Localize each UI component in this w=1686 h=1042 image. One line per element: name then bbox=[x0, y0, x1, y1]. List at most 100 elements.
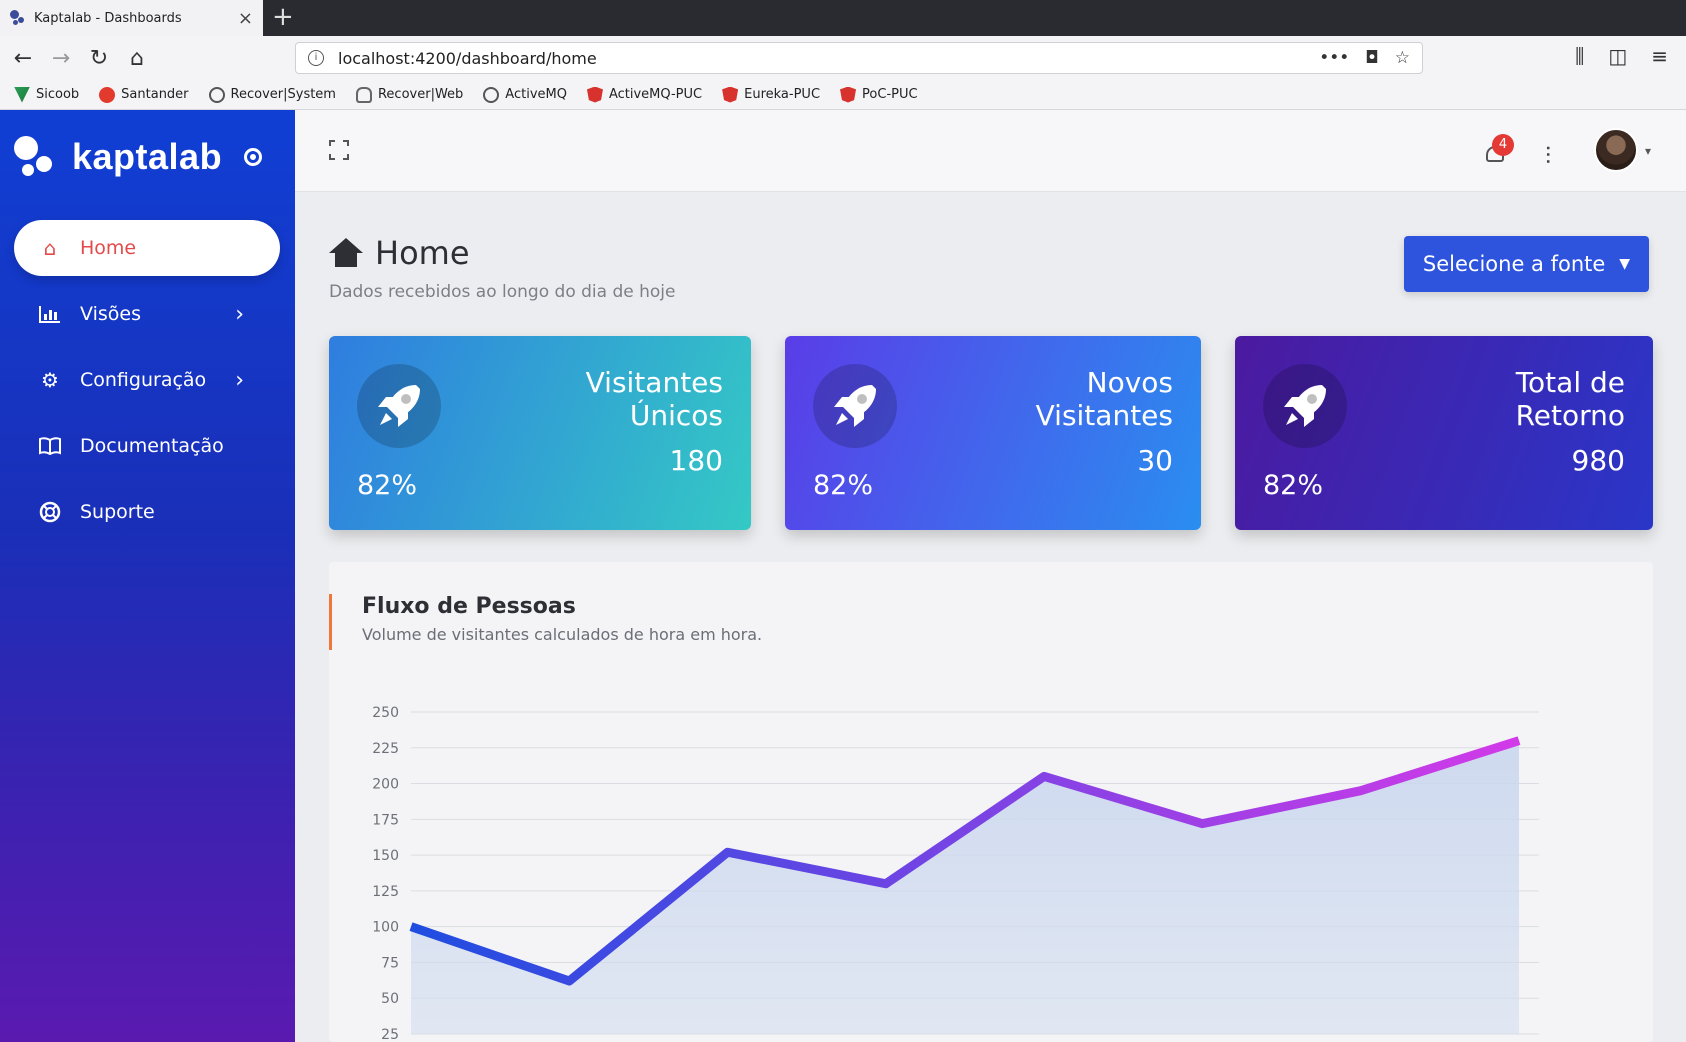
kaptalab-logo-icon bbox=[14, 136, 56, 178]
brand-name: kaptalab bbox=[72, 136, 223, 177]
browser-nav-bar: ← → ↻ ⌂ i localhost:4200/dashboard/home … bbox=[0, 36, 1686, 80]
sidebar-item-visoes[interactable]: Visões › bbox=[14, 286, 280, 342]
brand[interactable]: kaptalab bbox=[14, 132, 263, 182]
stat-card-value: 30 bbox=[1137, 444, 1173, 477]
lifebuoy-icon bbox=[38, 500, 62, 524]
hamburger-menu-icon[interactable]: ≡ bbox=[1651, 44, 1668, 68]
select-source-label: Selecione a fonte bbox=[1422, 252, 1606, 276]
y-tick-label: 125 bbox=[372, 884, 399, 900]
rocket-icon bbox=[1263, 364, 1347, 448]
bookmark-star-icon[interactable]: ☆ bbox=[1395, 48, 1410, 68]
bookmark-item[interactable]: ActiveMQ-PUC bbox=[586, 86, 703, 103]
sidebar-item-label: Suporte bbox=[80, 501, 155, 523]
reload-icon[interactable]: ↻ bbox=[80, 46, 118, 71]
user-avatar[interactable] bbox=[1594, 128, 1638, 172]
tab-title: Kaptalab - Dashboards bbox=[34, 10, 182, 26]
page-header: Home Dados recebidos ao longo do dia de … bbox=[329, 234, 675, 302]
angular-icon bbox=[840, 86, 857, 103]
sidebar-toggle-dot-icon[interactable] bbox=[244, 148, 263, 166]
bookmark-label: Sicoob bbox=[36, 87, 80, 102]
bookmark-label: Eureka-PUC bbox=[744, 87, 821, 102]
chart-title: Fluxo de Pessoas bbox=[362, 594, 576, 619]
notifications-bell-icon[interactable]: 4 bbox=[1482, 134, 1514, 168]
y-tick-label: 225 bbox=[372, 741, 399, 757]
settings-sliders-icon[interactable]: ⫶ bbox=[1545, 142, 1551, 170]
select-source-button[interactable]: Selecione a fonte ▼ bbox=[1404, 236, 1649, 292]
sidebar-item-label: Documentação bbox=[80, 435, 224, 457]
sicoob-icon bbox=[14, 86, 30, 103]
globe-icon bbox=[483, 86, 500, 103]
person-icon bbox=[355, 86, 372, 103]
back-icon[interactable]: ← bbox=[4, 46, 42, 71]
bookmark-item[interactable]: Eureka-PUC bbox=[722, 86, 821, 103]
bookmark-label: Recover|System bbox=[230, 87, 336, 102]
sidebar-item-label: Configuração bbox=[80, 369, 207, 391]
bookmark-item[interactable]: ActiveMQ bbox=[483, 86, 567, 103]
fullscreen-icon[interactable] bbox=[329, 140, 349, 160]
home-title-icon bbox=[329, 238, 363, 268]
notification-badge: 4 bbox=[1492, 134, 1514, 156]
site-info-icon[interactable]: i bbox=[308, 50, 324, 66]
bookmark-item[interactable]: Sicoob bbox=[14, 86, 80, 103]
people-flow-chart-panel: Fluxo de Pessoas Volume de visitantes ca… bbox=[329, 562, 1653, 1042]
y-tick-label: 150 bbox=[372, 848, 399, 864]
rocket-icon bbox=[813, 364, 897, 448]
bookmark-item[interactable]: PoC-PUC bbox=[840, 86, 918, 103]
angular-icon bbox=[722, 86, 739, 103]
browser-tab-bar: Kaptalab - Dashboards × + bbox=[0, 0, 1686, 36]
page-title: Home bbox=[329, 234, 675, 272]
bookmark-item[interactable]: Recover|Web bbox=[355, 86, 464, 103]
y-tick-label: 200 bbox=[372, 777, 399, 793]
y-tick-label: 175 bbox=[372, 812, 399, 828]
new-tab-button[interactable]: + bbox=[272, 2, 294, 32]
stat-card-unique-visitors: Visitantes Únicos 180 82% bbox=[329, 336, 751, 530]
sidebar-item-label: Home bbox=[80, 237, 137, 259]
browser-tab[interactable]: Kaptalab - Dashboards × bbox=[0, 0, 263, 36]
topbar: 4 ⫶ ▾ bbox=[295, 110, 1686, 192]
sidebar-item-home[interactable]: ⌂ Home bbox=[14, 220, 280, 276]
sidebar-item-suporte[interactable]: Suporte bbox=[14, 484, 280, 540]
caret-down-icon: ▼ bbox=[1619, 256, 1631, 272]
url-bar[interactable]: i localhost:4200/dashboard/home ••• ◘ ☆ bbox=[295, 42, 1423, 74]
sidebar-item-documentacao[interactable]: Documentação bbox=[14, 418, 280, 474]
sidebar-toggle-icon[interactable]: ◫ bbox=[1608, 44, 1627, 68]
chart-subtitle: Volume de visitantes calculados de hora … bbox=[362, 625, 763, 644]
app-root: kaptalab ⌂ Home Visões › ⚙ Configuração … bbox=[0, 110, 1686, 1042]
stat-card-value: 180 bbox=[669, 444, 723, 477]
stat-card-label: Visitantes Únicos bbox=[585, 366, 723, 432]
page-subtitle: Dados recebidos ao longo do dia de hoje bbox=[329, 282, 676, 302]
bookmark-label: PoC-PUC bbox=[862, 87, 918, 102]
y-tick-label: 250 bbox=[372, 705, 399, 721]
bookmark-label: ActiveMQ bbox=[505, 87, 567, 102]
y-tick-label: 100 bbox=[372, 920, 399, 936]
home-nav-icon[interactable]: ⌂ bbox=[118, 46, 156, 71]
sidebar: kaptalab ⌂ Home Visões › ⚙ Configuração … bbox=[0, 110, 295, 1042]
bookmark-label: Recover|Web bbox=[377, 87, 464, 102]
stat-card-percent: 82% bbox=[1263, 470, 1324, 501]
page-actions-icon[interactable]: ••• bbox=[1319, 48, 1349, 68]
sidebar-item-configuracao[interactable]: ⚙ Configuração › bbox=[14, 352, 280, 408]
sidebar-item-label: Visões bbox=[80, 303, 141, 325]
y-tick-label: 25 bbox=[381, 1027, 399, 1042]
chevron-right-icon: › bbox=[235, 301, 244, 327]
stat-card-label: Novos Visitantes bbox=[1035, 366, 1173, 432]
sidebar-menu: ⌂ Home Visões › ⚙ Configuração › Documen… bbox=[14, 220, 280, 550]
y-tick-label: 50 bbox=[381, 991, 399, 1007]
stat-card-new-visitors: Novos Visitantes 30 82% bbox=[785, 336, 1201, 530]
bookmark-label: ActiveMQ-PUC bbox=[608, 87, 703, 102]
home-icon: ⌂ bbox=[43, 236, 57, 260]
bookmark-item[interactable]: Recover|System bbox=[208, 86, 336, 103]
caret-down-icon[interactable]: ▾ bbox=[1645, 144, 1651, 158]
stat-card-total-return: Total de Retorno 980 82% bbox=[1235, 336, 1653, 530]
stat-card-value: 980 bbox=[1571, 444, 1625, 477]
forward-icon[interactable]: → bbox=[42, 46, 80, 71]
stats-cards: Visitantes Únicos 180 82% Novos Visitantes… bbox=[329, 336, 1653, 530]
chart-icon bbox=[38, 302, 62, 326]
tab-close-icon[interactable]: × bbox=[238, 8, 253, 29]
angular-icon bbox=[586, 86, 603, 103]
chevron-right-icon: › bbox=[235, 367, 244, 393]
pocket-icon[interactable]: ◘ bbox=[1365, 48, 1378, 68]
santander-icon bbox=[99, 86, 116, 103]
bookmark-item[interactable]: Santander bbox=[99, 86, 189, 103]
library-icon[interactable]: ⫼ bbox=[1575, 44, 1584, 68]
